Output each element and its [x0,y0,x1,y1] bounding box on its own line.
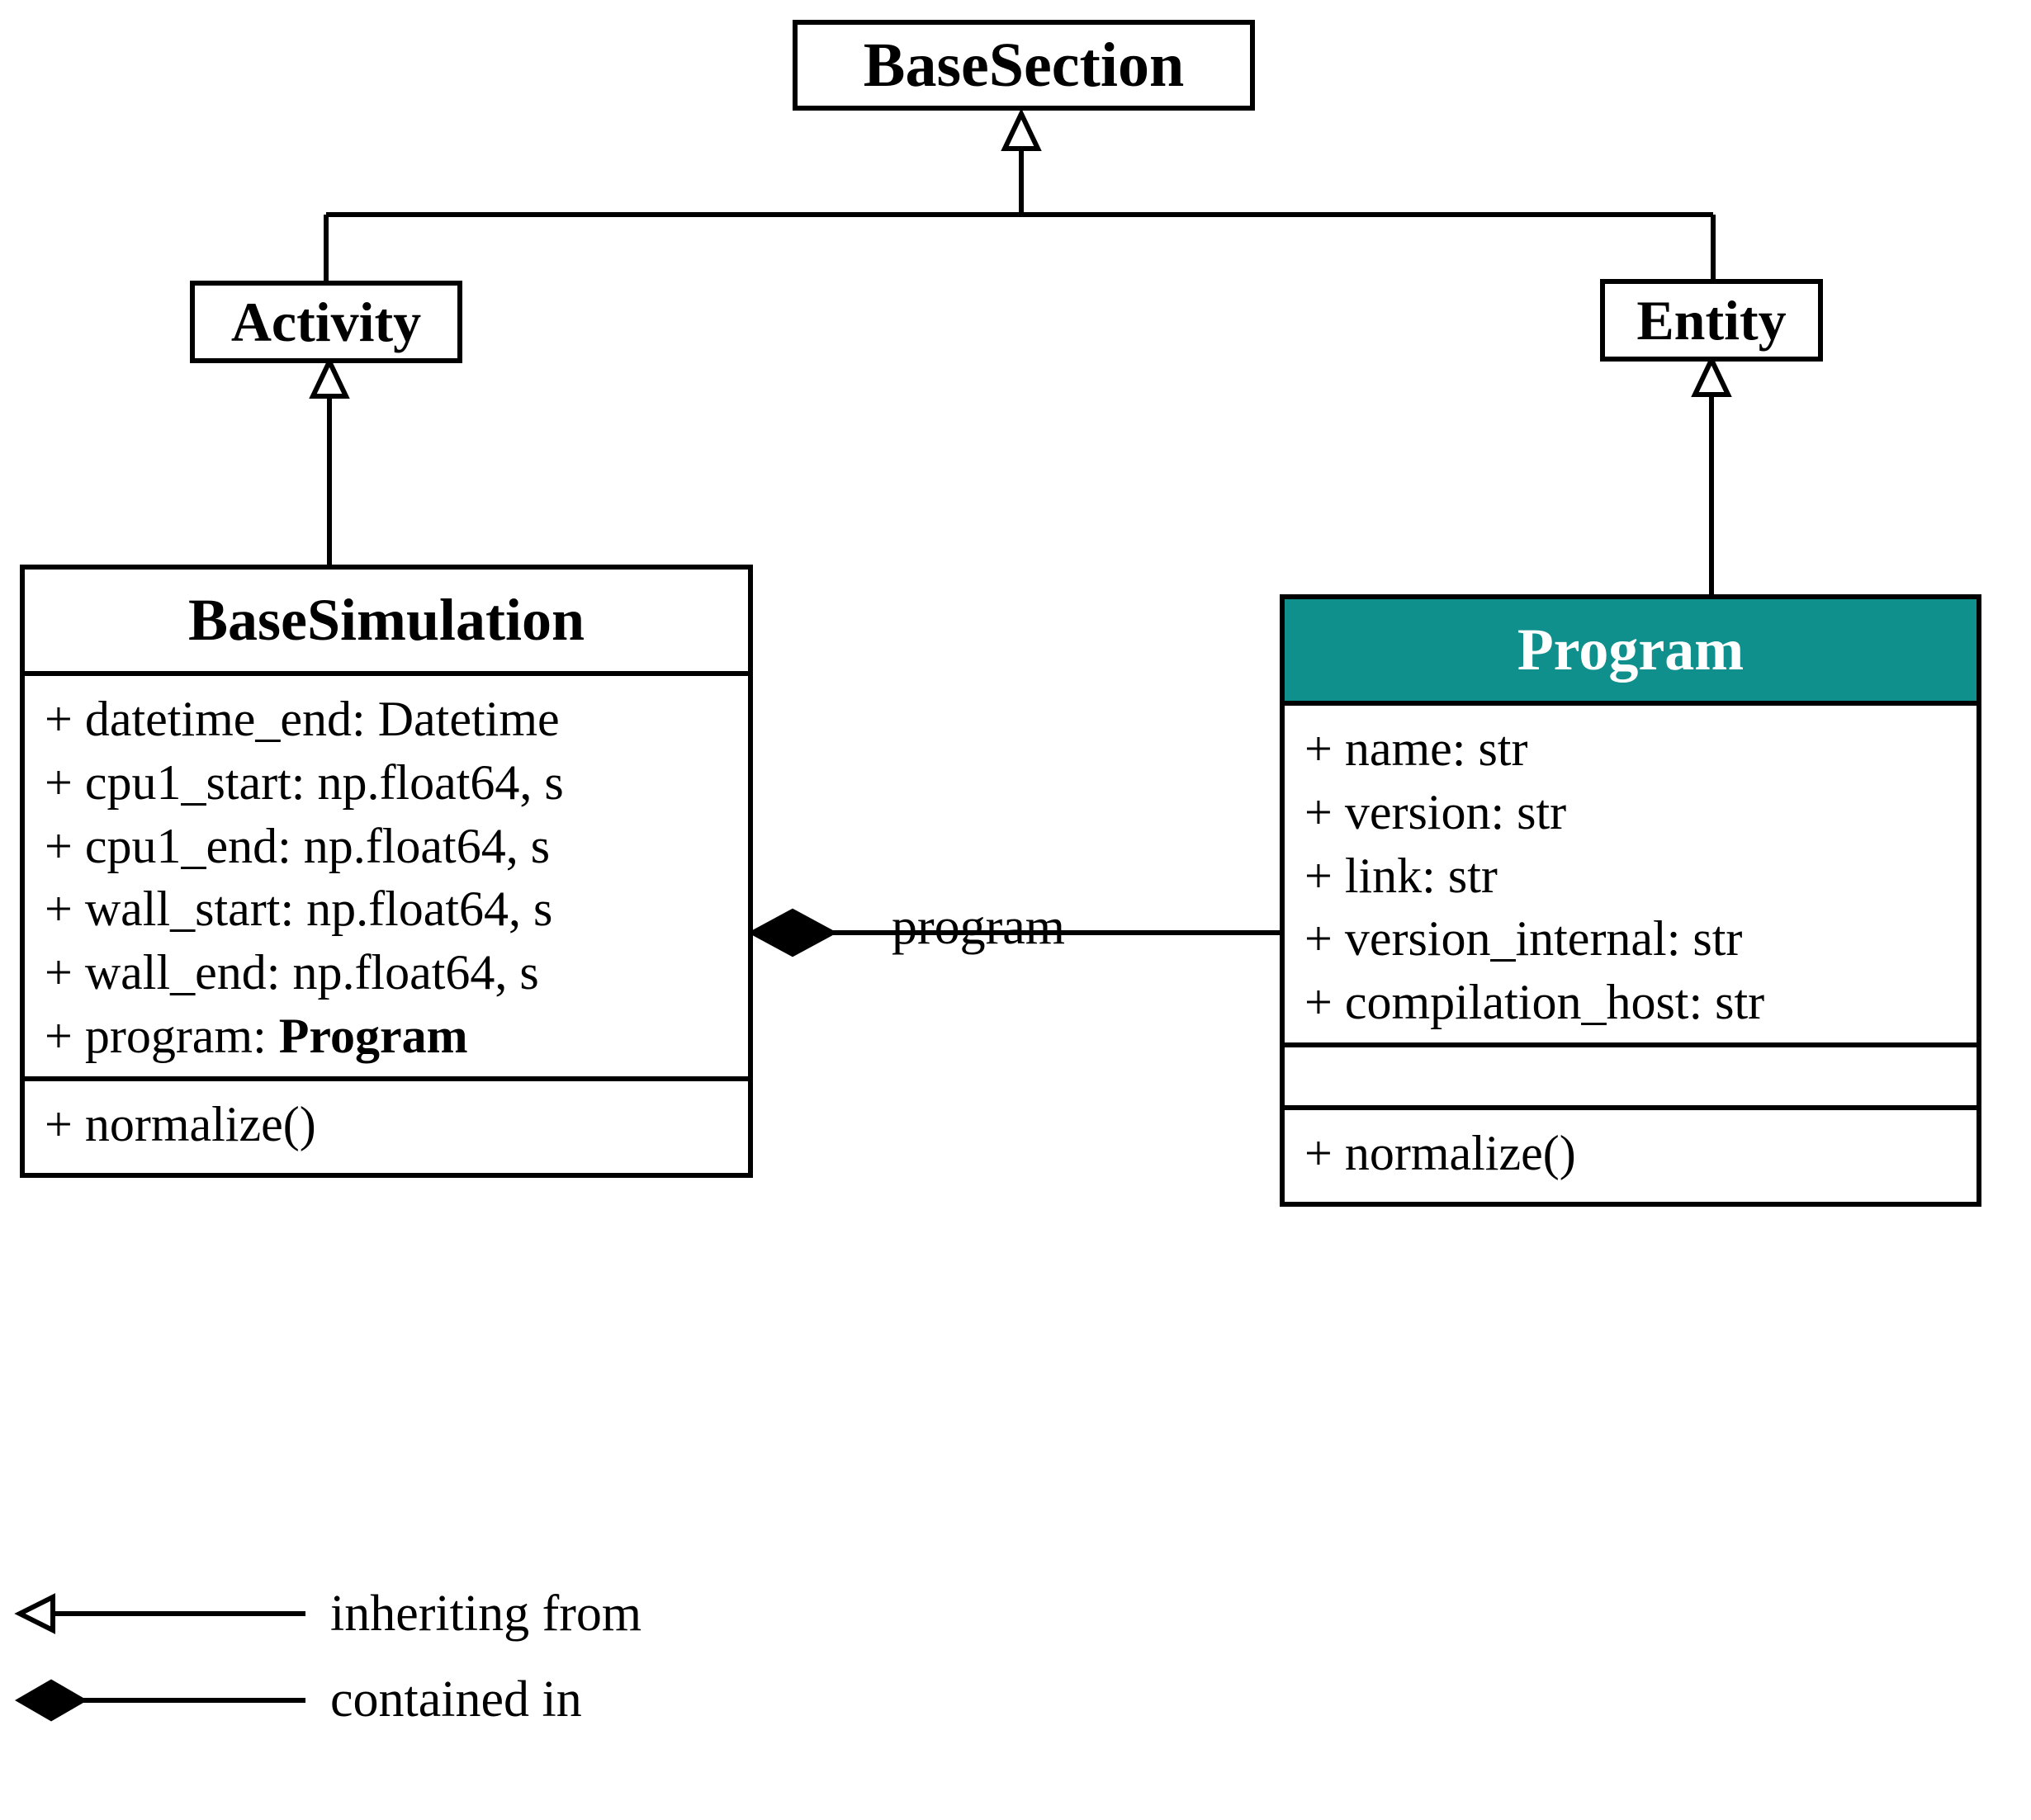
attr-prefix: + program: [45,1009,279,1063]
class-title: BaseSimulation [25,570,748,676]
attribute: + name: str [1304,717,1957,781]
attribute: + link: str [1304,844,1957,908]
uml-diagram: BaseSection Activity Entity BaseSimulati… [0,0,2031,1820]
class-name: BaseSection [864,30,1184,102]
association-label: program [892,898,1065,957]
legend-contained: contained in [330,1671,582,1729]
attribute: + cpu1_start: np.float64, s [45,751,728,815]
attribute: + version: str [1304,781,1957,844]
class-program: Program + name: str + version: str + lin… [1280,594,1981,1207]
class-name: Entity [1636,288,1786,353]
class-base-section: BaseSection [793,20,1255,111]
attribute: + wall_end: np.float64, s [45,941,728,1005]
attribute: + datetime_end: Datetime [45,688,728,751]
class-activity: Activity [190,281,462,363]
legend-inheriting: inheriting from [330,1585,641,1643]
empty-compartment [1285,1047,1977,1110]
attribute: + compilation_host: str [1304,971,1957,1034]
attribute: + program: Program [45,1005,728,1068]
attribute: + wall_start: np.float64, s [45,877,728,941]
class-attributes: + name: str + version: str + link: str +… [1285,706,1977,1047]
method: + normalize() [1304,1122,1957,1185]
class-title: Program [1280,594,1981,701]
attribute: + cpu1_end: np.float64, s [45,815,728,878]
class-attributes: + datetime_end: Datetime + cpu1_start: n… [25,676,748,1081]
attribute: + version_internal: str [1304,907,1957,971]
class-entity: Entity [1600,279,1823,362]
class-methods: + normalize() [1285,1110,1977,1202]
class-name: Activity [231,290,421,355]
attr-type: Program [279,1009,468,1063]
class-base-simulation: BaseSimulation + datetime_end: Datetime … [20,565,753,1178]
method: + normalize() [45,1093,728,1156]
class-methods: + normalize() [25,1081,748,1173]
